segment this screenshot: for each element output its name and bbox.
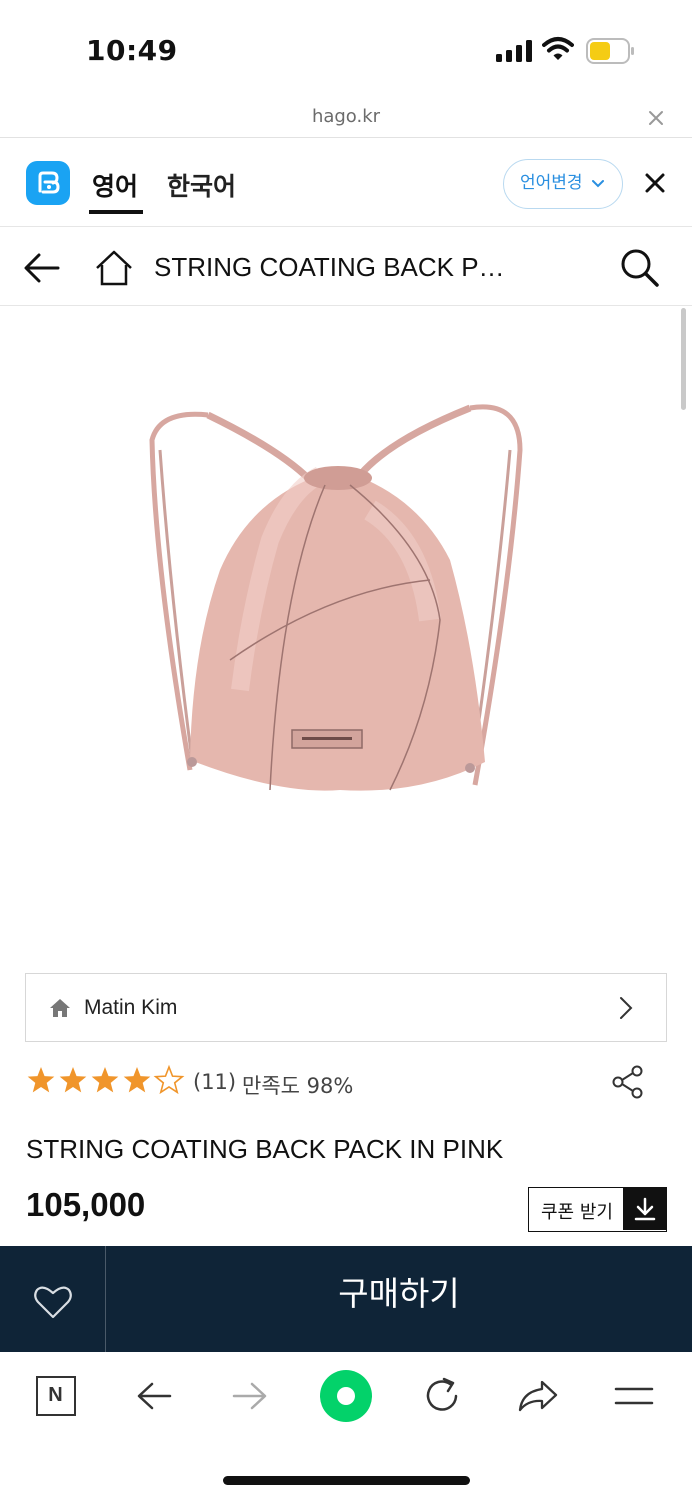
brand-name: Matin Kim <box>84 996 178 1019</box>
page-header: STRING COATING BACK P… <box>0 228 692 306</box>
tab-english[interactable]: 영어 <box>92 167 138 203</box>
page-title: STRING COATING BACK P… <box>154 252 505 282</box>
forward-icon[interactable] <box>228 1374 272 1418</box>
product-name: STRING COATING BACK PACK IN PINK <box>26 1134 504 1164</box>
back-icon[interactable] <box>22 248 62 288</box>
product-price: 105,000 <box>26 1186 146 1223</box>
star-filled-icon <box>91 1067 119 1093</box>
translate-bar: 영어 한국어 언어변경 <box>0 139 692 227</box>
naver-letter: N <box>48 1384 63 1406</box>
star-empty-icon <box>153 1064 185 1095</box>
menu-icon[interactable] <box>612 1374 656 1418</box>
coupon-icon-box <box>623 1188 666 1230</box>
green-dot <box>337 1387 355 1405</box>
page-scrollbar[interactable] <box>681 308 686 410</box>
papago-logo-glyph <box>38 171 60 194</box>
active-tab-indicator <box>89 210 143 214</box>
star-filled-icon <box>59 1067 87 1093</box>
change-language-label: 언어변경 <box>520 173 583 193</box>
status-time: 10:49 <box>86 34 178 67</box>
chevron-down-icon <box>592 180 604 188</box>
product-image <box>149 404 523 791</box>
rating-row: (11) 만족도 98% <box>26 1062 666 1102</box>
coupon-label: 쿠폰 받기 <box>541 1202 613 1223</box>
star-filled-icon <box>123 1067 151 1093</box>
home-indicator[interactable] <box>223 1476 470 1485</box>
review-count[interactable]: (11) <box>193 1070 236 1094</box>
naver-home-button[interactable]: N <box>36 1376 76 1416</box>
tab-korean[interactable]: 한국어 <box>167 167 236 203</box>
refresh-icon[interactable] <box>420 1374 464 1418</box>
papago-icon[interactable] <box>26 161 70 205</box>
change-language-button[interactable]: 언어변경 <box>503 159 623 209</box>
wishlist-button[interactable] <box>0 1246 106 1352</box>
back-icon[interactable] <box>132 1374 176 1418</box>
coupon-button[interactable]: 쿠폰 받기 <box>528 1187 667 1232</box>
close-icon[interactable] <box>646 108 666 128</box>
heart-icon <box>34 1286 72 1319</box>
brand-link[interactable]: Matin Kim <box>25 973 667 1042</box>
signal-icon <box>496 40 532 62</box>
star-rating[interactable] <box>26 1064 186 1098</box>
buy-button[interactable]: 구매하기 <box>106 1246 692 1342</box>
wifi-icon <box>542 37 574 60</box>
share-arrow-icon[interactable] <box>516 1374 560 1418</box>
url-bar[interactable]: hago.kr <box>0 100 692 138</box>
star-filled-icon <box>27 1067 55 1093</box>
share-icon[interactable] <box>610 1064 646 1100</box>
url-domain: hago.kr <box>311 106 381 127</box>
search-icon[interactable] <box>618 246 660 288</box>
home-icon <box>50 999 70 1017</box>
buy-bar: 구매하기 <box>0 1246 692 1352</box>
status-bar: 10:49 <box>0 0 692 100</box>
close-icon[interactable] <box>644 172 666 194</box>
download-icon <box>634 1197 656 1221</box>
green-dot-button[interactable] <box>320 1370 372 1422</box>
browser-toolbar: N <box>0 1352 692 1446</box>
home-icon[interactable] <box>94 248 134 288</box>
battery-icon <box>586 38 634 64</box>
satisfaction-rate: 만족도 98% <box>242 1074 354 1098</box>
chevron-right-icon <box>620 997 633 1019</box>
